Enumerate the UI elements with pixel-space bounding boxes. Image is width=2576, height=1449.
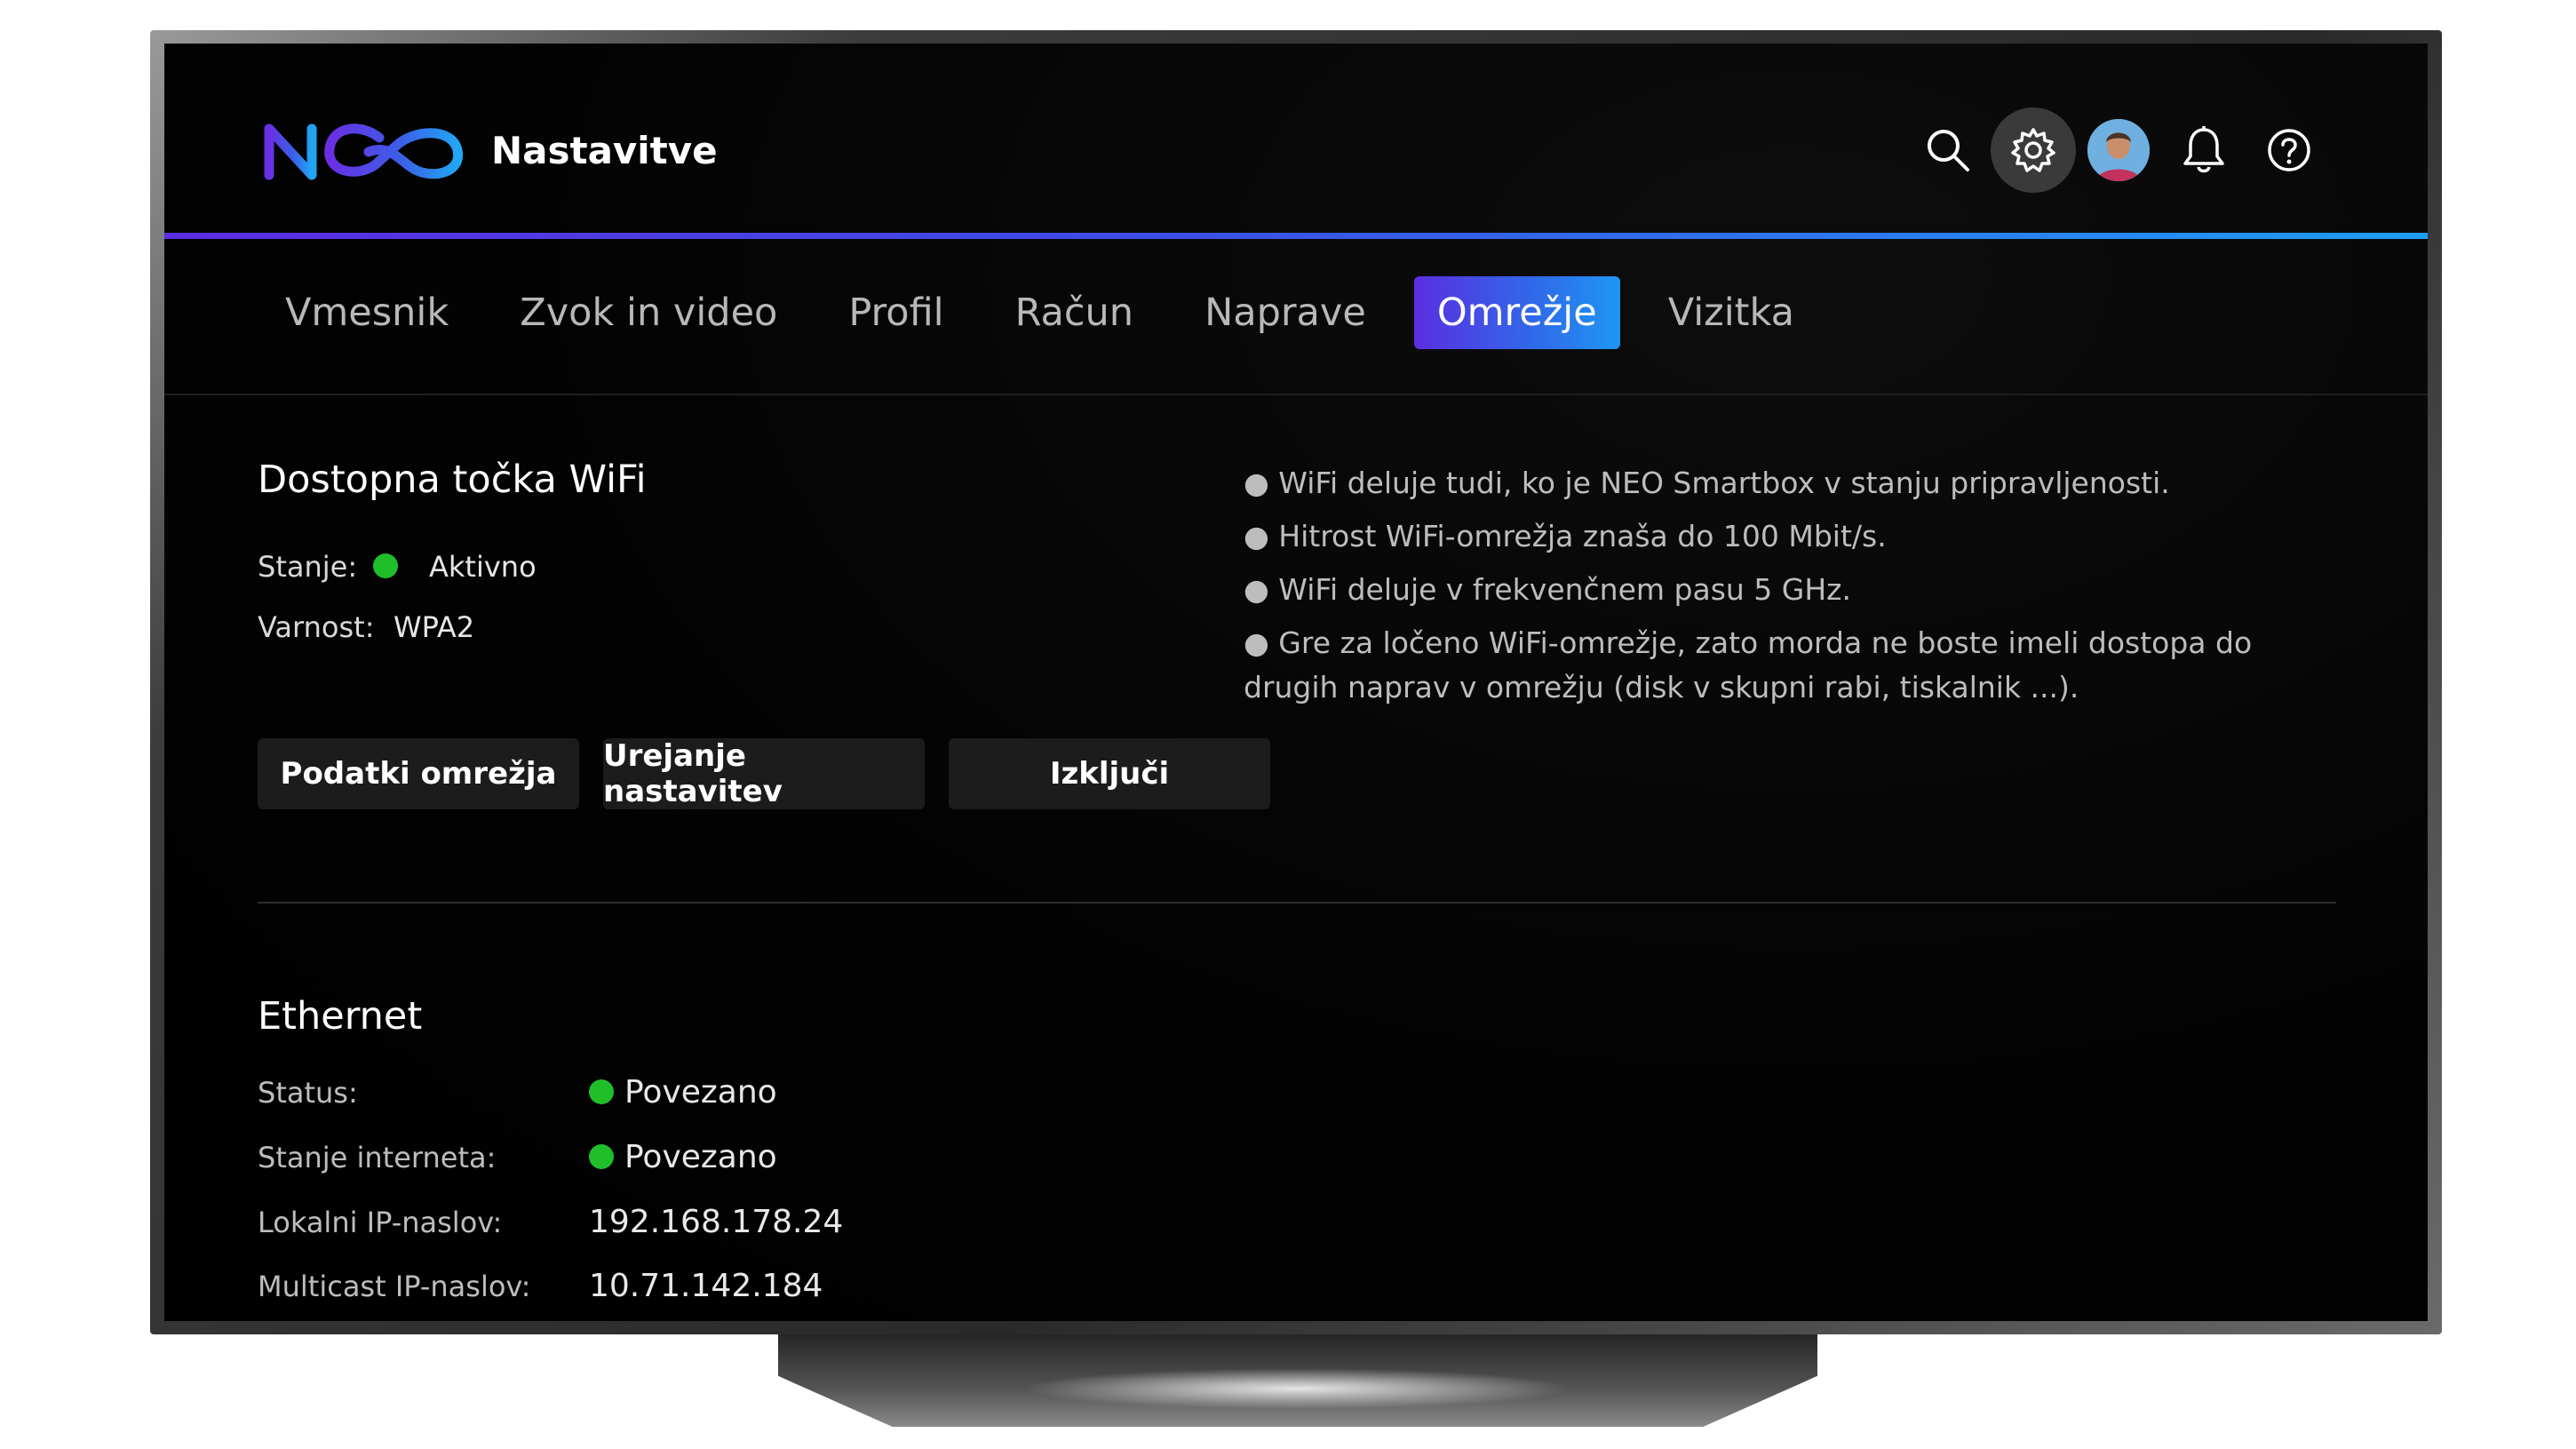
- internet-state-label: Stanje interneta:: [258, 1141, 497, 1174]
- settings-button[interactable]: [1991, 107, 2076, 193]
- ethernet-status-value: Povezano: [624, 1074, 777, 1111]
- internet-state-value: Povezano: [624, 1139, 777, 1175]
- tab-omrezje[interactable]: Omrežje: [1413, 276, 1620, 349]
- internet-status-dot: [589, 1144, 614, 1169]
- ethernet-status-label: Status:: [258, 1076, 358, 1110]
- settings-tabs: Vmesnik Zvok in video Profil Račun Napra…: [262, 276, 1842, 349]
- wifi-state-label: Stanje:: [258, 550, 358, 584]
- wifi-note: ● Gre za ločeno WiFi-omrežje, zato morda…: [1244, 625, 2253, 705]
- search-icon: [1928, 130, 1969, 171]
- ethernet-section-title: Ethernet: [258, 994, 423, 1039]
- notifications-button[interactable]: [2161, 107, 2246, 193]
- wifi-note: ● WiFi deluje tudi, ko je NEO Smartbox v…: [1244, 466, 2170, 500]
- wifi-security-value: WPA2: [394, 610, 475, 644]
- search-button[interactable]: [1905, 107, 1991, 193]
- tab-zvok-in-video[interactable]: Zvok in video: [497, 276, 800, 349]
- gear-icon: [2011, 128, 2055, 172]
- header-accent-line: [164, 233, 2428, 239]
- tab-naprave[interactable]: Naprave: [1181, 276, 1389, 349]
- network-details-button[interactable]: Podatki omrežja: [258, 738, 579, 809]
- wifi-status-dot: [373, 553, 398, 578]
- local-ip-label: Lokalni IP-naslov:: [258, 1206, 503, 1239]
- wifi-state-value: Aktivno: [429, 550, 537, 584]
- tv-screen: Nastavitve Vmesnik Zvok in video Profil …: [164, 44, 2428, 1321]
- wifi-note: ● Hitrost WiFi-omrežja znaša do 100 Mbit…: [1244, 519, 1887, 553]
- bell-icon: [2183, 126, 2224, 173]
- tab-vizitka[interactable]: Vizitka: [1645, 276, 1817, 349]
- section-divider: [258, 902, 2336, 904]
- tab-racun[interactable]: Račun: [992, 276, 1157, 349]
- tab-profil[interactable]: Profil: [825, 276, 966, 349]
- multicast-ip-label: Multicast IP-naslov:: [258, 1270, 531, 1303]
- neo-logo: [264, 123, 463, 180]
- wifi-section-title: Dostopna točka WiFi: [258, 458, 647, 502]
- page-title: Nastavitve: [491, 129, 718, 172]
- profile-avatar-icon: [2087, 119, 2150, 181]
- avatar[interactable]: [2087, 119, 2150, 181]
- edit-settings-button[interactable]: Urejanje nastavitev: [603, 738, 925, 809]
- help-button[interactable]: [2246, 107, 2332, 193]
- wifi-security-label: Varnost:: [258, 610, 375, 644]
- disable-wifi-button[interactable]: Izključi: [949, 738, 1270, 809]
- tabs-divider: [164, 394, 2428, 395]
- wifi-note: ● WiFi deluje v frekvenčnem pasu 5 GHz.: [1244, 572, 1851, 607]
- header-toolbar: [1905, 107, 2332, 193]
- local-ip-value: 192.168.178.24: [589, 1204, 844, 1240]
- multicast-ip-value: 10.71.142.184: [589, 1268, 823, 1304]
- help-icon: [2268, 129, 2310, 171]
- ethernet-status-dot: [589, 1079, 614, 1104]
- tab-vmesnik[interactable]: Vmesnik: [262, 276, 472, 349]
- wifi-notes: ● WiFi deluje tudi, ko je NEO Smartbox v…: [1244, 461, 2310, 719]
- stand-reflection: [1022, 1368, 1572, 1409]
